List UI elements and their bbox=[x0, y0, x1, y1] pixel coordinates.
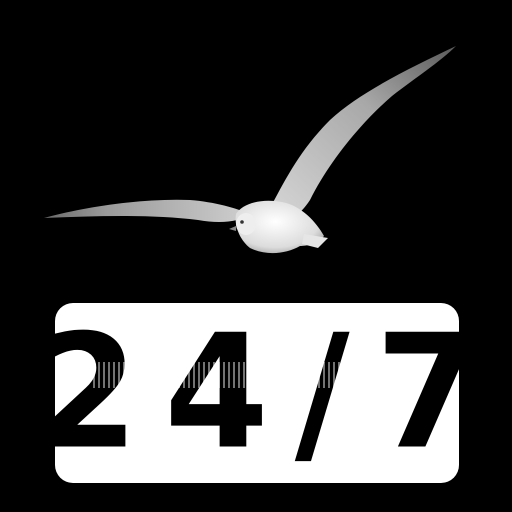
badge-label: 24/7 bbox=[34, 301, 506, 485]
gull-tail bbox=[302, 234, 328, 248]
gull-beak bbox=[229, 226, 236, 231]
gull-eye bbox=[240, 220, 244, 224]
gull-left-wing bbox=[44, 199, 250, 222]
app-icon: 24/7 bbox=[0, 0, 512, 512]
gull-head bbox=[236, 213, 256, 235]
hours-badge: 24/7 bbox=[34, 303, 480, 483]
seagull-illustration bbox=[44, 46, 456, 254]
gull-right-wing bbox=[268, 46, 456, 224]
